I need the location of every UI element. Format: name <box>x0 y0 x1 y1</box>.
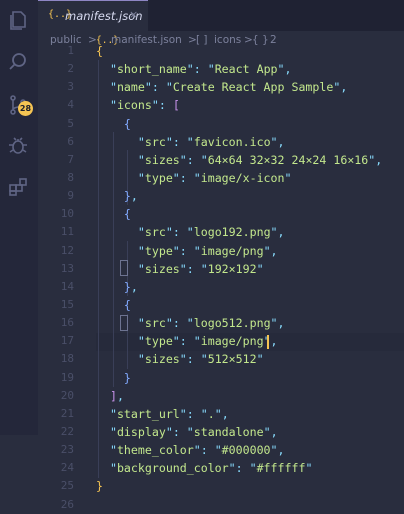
code-text: "type": "image/png", <box>137 243 278 258</box>
code-text: "type": "image/png", <box>137 334 278 349</box>
matching-bracket-close <box>120 315 128 331</box>
code-line: 11 "src": "logo192.png", <box>38 223 404 241</box>
line-number: 16 <box>60 316 74 330</box>
scm-badge: 28 <box>18 101 33 116</box>
code-line: 4 "icons": [ <box>38 96 404 114</box>
code-text: "type": "image/x-icon" <box>137 170 292 185</box>
line-number: 21 <box>60 406 74 420</box>
code-line: 26 <box>38 496 404 514</box>
code-line: 10 { <box>38 205 404 223</box>
code-text: "src": "logo192.png", <box>137 225 285 240</box>
line-number: 8 <box>67 170 74 184</box>
code-text: } <box>96 479 103 494</box>
line-number: 14 <box>60 279 74 293</box>
code-text: { <box>123 116 131 131</box>
code-text: "background_color": "#ffffff" <box>109 461 313 476</box>
code-text: "src": "favicon.ico", <box>137 134 285 149</box>
code-line: 18 "sizes": "512×512" <box>38 350 404 368</box>
line-number: 15 <box>60 297 74 311</box>
line-number: 26 <box>60 497 74 511</box>
code-line: 20 ], <box>38 387 404 405</box>
code-line: 7 "sizes": "64×64 32×32 24×24 16×16", <box>38 151 404 169</box>
code-line: 21 "start_url": ".", <box>38 405 404 423</box>
extensions-icon[interactable] <box>6 175 30 199</box>
code-line: 15 { <box>38 296 404 314</box>
line-number: 23 <box>60 443 74 457</box>
search-icon[interactable] <box>6 50 30 74</box>
code-line: 13 "sizes": "192×192" <box>38 260 404 278</box>
code-text: "short_name": "React App", <box>109 62 292 77</box>
code-text: "icons": [ <box>109 98 180 113</box>
code-line: 2 "short_name": "React App", <box>38 60 404 78</box>
code-text: }, <box>123 279 138 294</box>
line-number: 9 <box>67 189 74 203</box>
line-number: 2 <box>67 62 74 76</box>
code-line: 3 "name": "Create React App Sample", <box>38 78 404 96</box>
code-text: "name": "Create React App Sample", <box>109 80 348 95</box>
line-number: 24 <box>60 461 74 475</box>
code-text: { <box>123 297 131 312</box>
code-text: } <box>123 370 131 385</box>
activity-bar: 28 <box>0 0 38 435</box>
code-line: 6 "src": "favicon.ico", <box>38 133 404 151</box>
code-line: 9 }, <box>38 187 404 205</box>
code-line: 16 "src": "logo512.png", <box>38 314 404 332</box>
line-number: 10 <box>60 207 74 221</box>
code-text: "sizes": "64×64 32×32 24×24 16×16", <box>137 152 383 167</box>
line-number: 7 <box>67 152 74 166</box>
code-line: 12 "type": "image/png", <box>38 242 404 260</box>
code-line: 17 "type": "image/png", <box>38 332 404 350</box>
code-line: 25} <box>38 477 404 495</box>
debug-icon[interactable] <box>6 133 30 157</box>
files-icon[interactable] <box>6 8 30 32</box>
tab-manifest-json[interactable]: {..} manifest.json × <box>38 0 148 31</box>
matching-bracket-open <box>120 260 128 276</box>
code-line: 24 "background_color": "#ffffff" <box>38 459 404 477</box>
code-text: "theme_color": "#000000", <box>109 443 285 458</box>
code-text: ], <box>109 388 124 403</box>
tab-bar: {..} manifest.json × <box>38 0 404 31</box>
code-line: 14 }, <box>38 278 404 296</box>
code-line: 1{ <box>38 42 404 60</box>
code-text: { <box>123 207 131 222</box>
line-number: 18 <box>60 352 74 366</box>
line-number: 13 <box>60 261 74 275</box>
line-number: 25 <box>60 479 74 493</box>
editor: {..} manifest.json × public > {..} manif… <box>38 0 404 511</box>
code-text: "sizes": "512×512" <box>137 352 264 367</box>
line-number: 19 <box>60 370 74 384</box>
line-number: 22 <box>60 424 74 438</box>
text-cursor <box>267 335 269 349</box>
line-number: 12 <box>60 243 74 257</box>
line-number: 20 <box>60 388 74 402</box>
code-editor[interactable]: 1{2 "short_name": "React App", 3 "name": … <box>38 42 404 514</box>
code-line: 19 } <box>38 369 404 387</box>
code-text: "display": "standalone", <box>109 424 278 439</box>
line-number: 4 <box>67 98 74 112</box>
line-number: 3 <box>67 80 74 94</box>
line-number: 11 <box>60 225 74 239</box>
code-line: 8 "type": "image/x-icon" <box>38 169 404 187</box>
code-line: 22 "display": "standalone", <box>38 423 404 441</box>
code-text: "start_url": ".", <box>109 406 229 421</box>
code-line: 5 { <box>38 115 404 133</box>
line-number: 17 <box>60 334 74 348</box>
code-text: { <box>96 44 103 58</box>
line-number: 1 <box>67 44 74 57</box>
close-icon[interactable]: × <box>129 8 138 21</box>
line-number: 5 <box>67 116 74 130</box>
code-text: }, <box>123 189 138 204</box>
code-line: 23 "theme_color": "#000000", <box>38 441 404 459</box>
line-number: 6 <box>67 134 74 148</box>
